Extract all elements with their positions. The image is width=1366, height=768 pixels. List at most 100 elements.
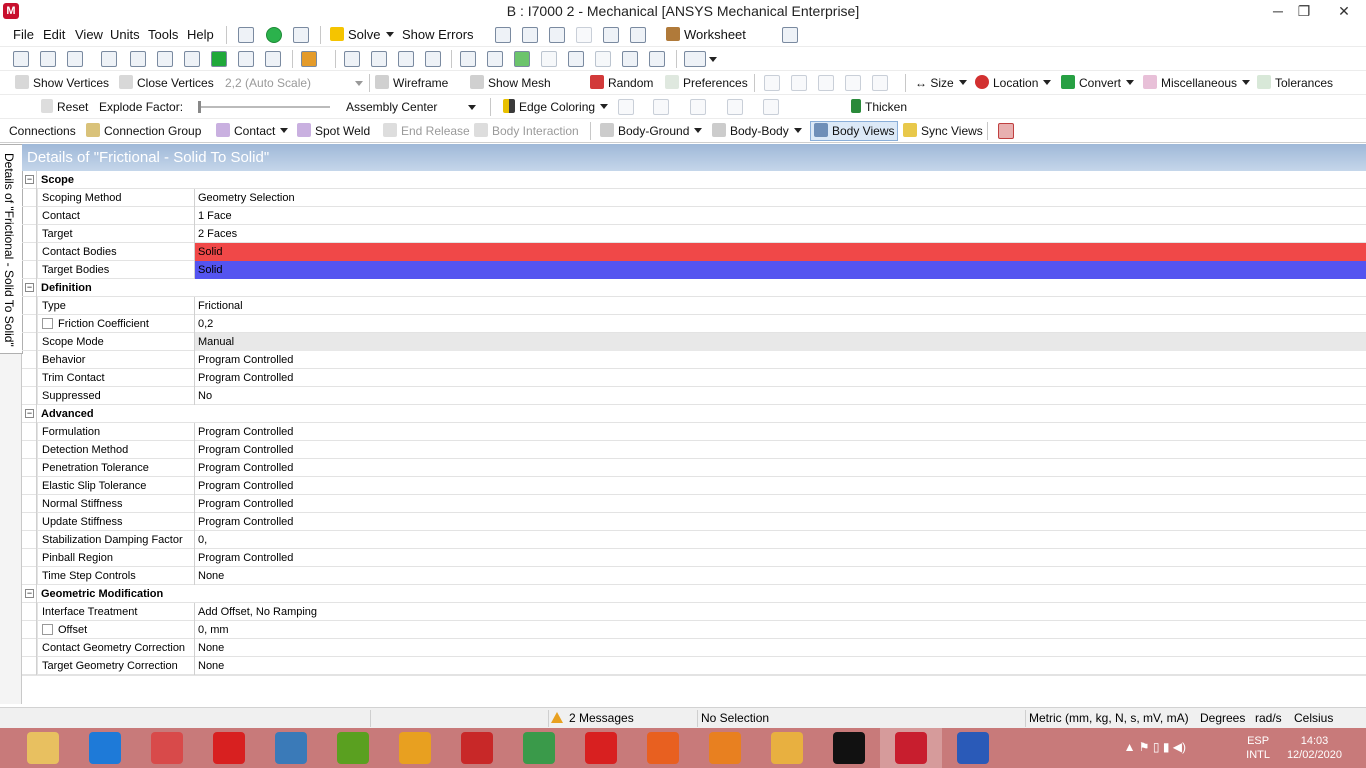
info-cursor-icon[interactable] (755, 27, 771, 43)
messages-pane[interactable]: 2 Messages (548, 710, 696, 727)
probe-icon[interactable] (495, 27, 511, 43)
tree-icon[interactable] (293, 27, 309, 43)
property-row[interactable]: Contact Geometry Correction None (22, 639, 1366, 657)
select-body-icon[interactable] (211, 51, 227, 67)
contact-dropdown[interactable]: Contact (216, 121, 289, 141)
property-value[interactable]: Program Controlled (195, 369, 1366, 387)
temperature-units[interactable]: Celsius (1291, 710, 1351, 727)
property-value[interactable]: Program Controlled (195, 549, 1366, 567)
viewport-icon[interactable] (684, 51, 706, 67)
property-row[interactable]: Formulation Program Controlled (22, 423, 1366, 441)
property-row[interactable]: Target Bodies Solid (22, 261, 1366, 279)
taskbar-app-firefox[interactable] (632, 728, 694, 768)
select-element-icon[interactable] (238, 51, 254, 67)
property-value[interactable]: Program Controlled (195, 513, 1366, 531)
image-icon[interactable] (630, 27, 646, 43)
taskbar-app-gauge[interactable] (384, 728, 446, 768)
sync-views-button[interactable]: Sync Views (903, 121, 983, 141)
parameter-checkbox[interactable] (42, 624, 53, 635)
close-vertices-button[interactable]: Close Vertices (119, 73, 214, 93)
taskbar-app-word-green[interactable] (322, 728, 384, 768)
thicken-button[interactable]: Thicken (851, 97, 907, 117)
property-row[interactable]: Stabilization Damping Factor 0, (22, 531, 1366, 549)
taskbar-app-autocad[interactable] (818, 728, 880, 768)
body-body-dropdown[interactable]: Body-Body (712, 121, 802, 141)
property-value[interactable]: Geometry Selection (195, 189, 1366, 207)
section-header[interactable]: − Scope (22, 171, 1366, 189)
property-value[interactable]: Frictional (195, 297, 1366, 315)
show-errors-button[interactable]: Show Errors (402, 25, 474, 45)
abc-icon[interactable] (522, 27, 538, 43)
property-row[interactable]: Target Geometry Correction None (22, 657, 1366, 675)
collapse-icon[interactable]: − (25, 175, 34, 184)
assembly-center-dropdown[interactable]: Assembly Center (346, 97, 478, 117)
menu-units[interactable]: Units (110, 25, 140, 45)
worksheet-button[interactable]: Worksheet (666, 25, 746, 45)
explode-factor-slider[interactable] (200, 106, 330, 108)
taskbar-app-opera[interactable] (570, 728, 632, 768)
menu-tools[interactable]: Tools (148, 25, 178, 45)
collapse-icon[interactable]: − (25, 589, 34, 598)
location-dropdown[interactable]: Location (975, 73, 1052, 93)
units-status[interactable]: Metric (mm, kg, N, s, mV, mA) (1025, 710, 1195, 727)
axes-icon[interactable] (562, 75, 578, 91)
miscellaneous-dropdown[interactable]: Miscellaneous (1143, 73, 1251, 93)
property-row[interactable]: Trim Contact Program Controlled (22, 369, 1366, 387)
check-icon[interactable] (266, 27, 282, 43)
property-row[interactable]: Contact Bodies Solid (22, 243, 1366, 261)
section-header[interactable]: − Definition (22, 279, 1366, 297)
worksheet-red-icon[interactable] (998, 123, 1014, 139)
iso-icon[interactable] (568, 51, 584, 67)
property-value[interactable]: Program Controlled (195, 495, 1366, 513)
property-row[interactable]: Contact 1 Face (22, 207, 1366, 225)
property-value[interactable]: None (195, 657, 1366, 675)
select-vertex-icon[interactable] (13, 51, 29, 67)
taskbar-app-van[interactable] (756, 728, 818, 768)
show-mesh-button[interactable]: Show Mesh (470, 73, 551, 93)
explode-factor-thumb[interactable] (198, 101, 201, 113)
property-row[interactable]: Target 2 Faces (22, 225, 1366, 243)
body-ground-dropdown[interactable]: Body-Ground (600, 121, 703, 141)
property-row[interactable]: Offset 0, mm (22, 621, 1366, 639)
explode-icon[interactable] (13, 99, 29, 115)
rotate-icon[interactable] (344, 51, 360, 67)
connection-group-button[interactable]: Connection Group (86, 121, 201, 141)
property-value[interactable]: Solid (195, 261, 1366, 279)
property-value[interactable]: Add Offset, No Ramping (195, 603, 1366, 621)
property-value[interactable]: 0, (195, 531, 1366, 549)
zoom-box-icon[interactable] (425, 51, 441, 67)
property-value[interactable]: No (195, 387, 1366, 405)
property-row[interactable]: Pinball Region Program Controlled (22, 549, 1366, 567)
show-vertices-button[interactable]: Show Vertices (15, 73, 109, 93)
taskbar-app-sketch[interactable] (260, 728, 322, 768)
property-value[interactable]: Program Controlled (195, 351, 1366, 369)
select-edges-icon[interactable] (157, 51, 173, 67)
property-row[interactable]: Elastic Slip Tolerance Program Controlled (22, 477, 1366, 495)
view-icon[interactable] (649, 51, 665, 67)
taskbar-app-word[interactable] (942, 728, 1004, 768)
details-tab-label[interactable]: Details of "Frictional - Solid To Solid" (0, 144, 23, 354)
taskbar-app-chrome[interactable] (508, 728, 570, 768)
property-row[interactable]: Friction Coefficient 0,2 (22, 315, 1366, 333)
select-faces-icon[interactable] (184, 51, 200, 67)
restore-button[interactable]: ❐ (1286, 0, 1322, 23)
tag-icon[interactable] (782, 27, 798, 43)
select-mode-icon[interactable] (101, 51, 117, 67)
section-header[interactable]: − Geometric Modification (22, 585, 1366, 603)
zoom-icon[interactable] (398, 51, 414, 67)
menu-edit[interactable]: Edit (43, 25, 65, 45)
property-value[interactable]: Solid (195, 243, 1366, 261)
select-face-icon[interactable] (67, 51, 83, 67)
edge-coloring-dropdown[interactable]: Edge Coloring (503, 97, 609, 117)
taskbar-app-winrar[interactable] (136, 728, 198, 768)
angle-units[interactable]: Degrees (1197, 710, 1247, 727)
taskbar-app-brave[interactable] (694, 728, 756, 768)
menu-help[interactable]: Help (187, 25, 214, 45)
command-icon[interactable] (238, 27, 254, 43)
property-value[interactable]: Program Controlled (195, 459, 1366, 477)
property-value[interactable]: 0, mm (195, 621, 1366, 639)
random-button[interactable]: Random (590, 73, 653, 93)
wireframe-button[interactable]: Wireframe (375, 73, 448, 93)
collapse-icon[interactable]: − (25, 409, 34, 418)
property-row[interactable]: Penetration Tolerance Program Controlled (22, 459, 1366, 477)
